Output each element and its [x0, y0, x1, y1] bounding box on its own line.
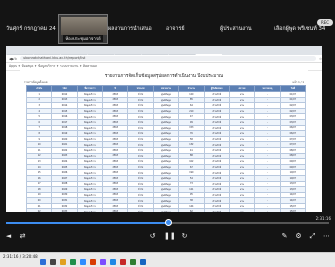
browser-tab[interactable]: ข้อมูลติดตาม: [169, 54, 195, 55]
table-cell: 0033: [51, 208, 78, 212]
media-icon[interactable]: [100, 259, 106, 265]
participant-name: ห้องประชุมอาจารย์: [63, 35, 103, 42]
excel-icon[interactable]: [130, 259, 136, 265]
meta-left: รายการข้อมูลทั้งหมด: [24, 81, 48, 84]
pdf-icon[interactable]: [120, 259, 126, 265]
fullscreen-icon[interactable]: ⤢: [308, 232, 317, 240]
play-pause-icon[interactable]: ❚❚: [164, 232, 176, 240]
table-row: 220033ข้อมูลบริการ2563ทั่วไปศูนย์ข้อมูล6…: [25, 208, 307, 212]
reload-icon[interactable]: ↻: [14, 57, 17, 61]
shared-screen-browser: บริการข้อมูลข้อมูลโครงการบริหารงบรายงานบ…: [6, 46, 322, 212]
settings-icon[interactable]: ⚙: [294, 232, 303, 240]
browser-tab[interactable]: ข้อมูลโครงการ: [34, 54, 60, 55]
table-cell: 15/07: [279, 208, 307, 212]
zoom-icon[interactable]: [80, 259, 86, 265]
browser-icon[interactable]: [110, 259, 116, 265]
star-icon[interactable]: ☆: [319, 57, 322, 61]
table-cell: 22: [25, 208, 53, 212]
os-taskbar: 2:31:16 / 3:20:48: [0, 252, 335, 267]
seek-handle[interactable]: [165, 219, 172, 226]
report-title: รายงานการจัดเก็บข้อมูลสรุปผลการดำเนินงาน…: [104, 74, 224, 79]
table-cell: -: [254, 208, 281, 212]
browser-tab[interactable]: บริหารงบ: [61, 54, 87, 55]
participant-tile[interactable]: ห้องประชุมอาจารย์: [58, 14, 108, 44]
table-cell: ผ่าน: [228, 208, 256, 212]
participant-name: ผู้ประสานงาน: [220, 26, 252, 32]
table-cell: ข้อมูลบริการ: [76, 208, 104, 212]
browser-tab[interactable]: บริการข้อมูล: [115, 54, 141, 55]
browser-tab[interactable]: บริการข้อมูล: [7, 54, 33, 55]
table-cell: 2563: [102, 208, 129, 212]
skip-back-icon[interactable]: ↺: [148, 232, 157, 240]
seek-progress: [6, 222, 168, 224]
participant-name: อาจารย์: [166, 26, 185, 32]
edit-icon[interactable]: ✎: [280, 232, 289, 240]
browser-tab[interactable]: รายงาน: [88, 54, 114, 55]
report-table: ลำดับ รหัส ชื่อรายการ ปี ประเภท หน่วยงาน จำนวน…: [25, 85, 307, 212]
report-document: รายงานการจัดเก็บข้อมูลสรุปผลการดำเนินงาน…: [20, 70, 308, 212]
participant-tile[interactable]: วันศุกร์ กรกฎาคม 24: [6, 14, 58, 44]
seek-bar[interactable]: [6, 219, 329, 226]
more-icon[interactable]: ⋯: [322, 232, 331, 240]
meta-right: หน้า 1 / 1: [292, 81, 304, 84]
browser-tab[interactable]: สรุปผล: [142, 54, 168, 55]
folder-icon[interactable]: [60, 259, 66, 265]
recording-badge: REC: [317, 19, 333, 26]
video-player: วันศุกร์ กรกฎาคม 24 ห้องประชุมอาจารย์ ผลงา…: [0, 0, 335, 252]
table-cell: ศูนย์ข้อมูล: [152, 208, 180, 212]
participant-tile[interactable]: ผลงานการนำเสนอ: [108, 14, 166, 44]
office-icon[interactable]: [90, 259, 96, 265]
search-icon[interactable]: [50, 259, 56, 265]
participant-gallery: วันศุกร์ กรกฎาคม 24 ห้องประชุมอาจารย์ ผลงา…: [6, 14, 335, 44]
volume-icon[interactable]: ◄: [4, 232, 13, 240]
participant-tile[interactable]: ผู้ประสานงาน: [220, 14, 274, 44]
table-cell: เจ้าหน้าที่: [203, 208, 230, 212]
skip-forward-icon[interactable]: ↻: [180, 232, 189, 240]
table-cell: 62: [178, 208, 205, 212]
taskbar-clock: 2:31:16 / 3:20:48: [3, 254, 38, 259]
word-icon[interactable]: [140, 259, 146, 265]
participant-tile[interactable]: อาจารย์: [166, 14, 220, 44]
url-field[interactable]: ubonratchathani.kku.ac.th/report/list: [20, 56, 316, 61]
camera-video: [61, 17, 107, 35]
participant-name: เลือกผู้พูด พรีเซนท์ 34: [274, 26, 326, 32]
address-bar: ◀ ▶ ↻ ubonratchathani.kku.ac.th/report/l…: [6, 55, 322, 63]
participant-name: วันศุกร์ กรกฎาคม 24: [6, 26, 56, 32]
browser-tab[interactable]: รายงานใหม่: [196, 54, 222, 55]
start-icon[interactable]: [40, 259, 46, 265]
table-cell: ทั่วไป: [127, 208, 154, 212]
participant-name: ผลงานการนำเสนอ: [108, 26, 152, 32]
app-icon[interactable]: [70, 259, 76, 265]
browser-tab-bar: บริการข้อมูลข้อมูลโครงการบริหารงบรายงานบ…: [6, 46, 322, 55]
player-controls: 2:31:16 ◄ ⇄ ↺ ❚❚ ↻ ✎ ⚙ ⤢ ⋯: [0, 214, 335, 252]
time-readout: 2:31:16: [315, 216, 331, 221]
captions-icon[interactable]: ⇄: [18, 232, 27, 240]
